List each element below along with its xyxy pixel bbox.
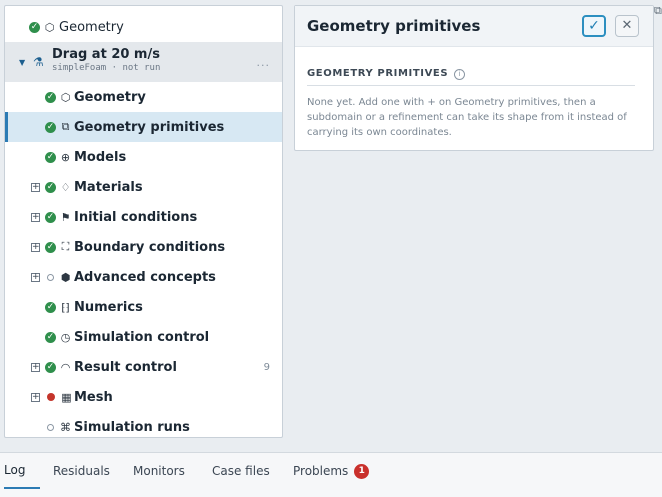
tree-item-label: Numerics <box>74 299 143 315</box>
tree-item-materials[interactable]: + ✓ ♢ Materials <box>5 172 282 202</box>
tab-residuals[interactable]: Residuals <box>53 453 110 489</box>
tree-item-label: Initial conditions <box>74 209 198 225</box>
tree-item-simulation-runs[interactable]: ⌘ Simulation runs <box>5 412 282 437</box>
bottom-tab-bar: Log Residuals Monitors Case files Proble… <box>0 452 662 497</box>
empty-status-icon <box>47 423 54 431</box>
case-row[interactable]: ▼ ⚗ Drag at 20 m/s simpleFoam · not run … <box>5 42 282 82</box>
tree-item-boundary-conditions[interactable]: + ✓ ⛶ Boundary conditions <box>5 232 282 262</box>
check-icon: ✓ <box>45 181 56 193</box>
expand-icon[interactable]: + <box>31 182 40 192</box>
drop-icon: ♢ <box>60 180 71 194</box>
tab-log[interactable]: Log <box>4 453 40 489</box>
expand-icon[interactable]: + <box>31 392 40 402</box>
confirm-button[interactable]: ✓ <box>582 15 606 37</box>
tree-item-label: Geometry <box>59 19 124 35</box>
tree-item-label: Models <box>74 149 127 165</box>
info-icon[interactable]: i <box>454 69 466 80</box>
item-count: 9 <box>263 361 270 373</box>
tree-item-result-control[interactable]: + ✓ ◠ Result control 9 <box>5 352 282 382</box>
grid-icon: ▦ <box>61 390 72 404</box>
tree-item-label: Materials <box>74 179 143 195</box>
empty-status-icon <box>47 273 54 281</box>
tree-item-mesh[interactable]: + ▦ Mesh <box>5 382 282 412</box>
cube-icon: ⬡ <box>60 90 71 104</box>
globe-icon: ⊕ <box>60 150 71 164</box>
tree-item-geometry-root[interactable]: ✓ ⬡ Geometry <box>5 12 282 42</box>
runs-icon: ⌘ <box>60 420 71 434</box>
cube-icon: ⬡ <box>44 20 55 34</box>
clock-icon: ◷ <box>60 330 71 344</box>
tree-item-models[interactable]: ✓ ⊕ Models <box>5 142 282 172</box>
tree-item-simulation-control[interactable]: ✓ ◷ Simulation control <box>5 322 282 352</box>
check-icon: ✓ <box>45 91 56 103</box>
case-title: Drag at 20 m/s <box>52 47 160 62</box>
section-body: None yet. Add one with + on Geometry pri… <box>307 97 627 138</box>
section-title: GEOMETRY PRIMITIVES i <box>307 68 466 80</box>
bracket-box-icon: ⛶ <box>61 240 70 253</box>
close-button[interactable]: ✕ <box>615 15 639 37</box>
tree-item-label: Boundary conditions <box>74 239 226 255</box>
expand-icon[interactable]: + <box>31 362 40 372</box>
check-icon: ✓ <box>45 331 56 343</box>
tab-problems[interactable]: Problems 1 <box>293 453 370 489</box>
tree-item-label: Geometry primitives <box>74 119 225 135</box>
collapse-triangle-icon[interactable]: ▼ <box>19 58 25 67</box>
more-icon[interactable]: ... <box>257 56 271 69</box>
check-icon: ✓ <box>29 21 40 33</box>
detail-header: Geometry primitives ✓ ✕ <box>295 6 653 47</box>
check-icon: ✓ <box>45 121 56 133</box>
check-icon: ✓ <box>45 151 56 163</box>
tree-item-label: Advanced concepts <box>74 269 216 285</box>
case-tree-panel: ✓ ⬡ Geometry ▼ ⚗ Drag at 20 m/s simpleFo… <box>4 5 283 438</box>
tree-item-numerics[interactable]: ✓ ⁅⁆ Numerics <box>5 292 282 322</box>
detail-title: Geometry primitives <box>307 17 481 35</box>
expand-icon[interactable]: + <box>31 212 40 222</box>
tree-item-initial-conditions[interactable]: + ✓ ⚑ Initial conditions <box>5 202 282 232</box>
expand-icon[interactable]: + <box>31 272 40 282</box>
detail-panel: Geometry primitives ✓ ✕ GEOMETRY PRIMITI… <box>294 5 654 151</box>
tree-item-label: Simulation runs <box>74 419 190 435</box>
check-icon: ✓ <box>45 211 56 223</box>
shapes-icon: ⧉ <box>61 120 70 133</box>
matrix-icon: ⁅⁆ <box>61 300 70 314</box>
tree-item-geometry[interactable]: ✓ ⬡ Geometry <box>5 82 282 112</box>
tree-item-geometry-primitives[interactable]: ✓ ⧉ Geometry primitives <box>5 112 282 142</box>
tree-item-label: Simulation control <box>74 329 210 345</box>
tree-item-label: Geometry <box>74 89 146 105</box>
section-divider <box>307 85 635 86</box>
expand-icon[interactable]: + <box>31 242 40 252</box>
flag-icon: ⚑ <box>60 210 71 224</box>
check-icon: ✓ <box>45 301 56 313</box>
gauge-icon: ◠ <box>60 360 71 374</box>
flask-icon: ⚗ <box>33 55 44 69</box>
problems-count-badge: 1 <box>354 463 370 479</box>
tab-monitors[interactable]: Monitors <box>133 453 185 489</box>
tree-item-label: Mesh <box>74 389 113 405</box>
tree-item-label: Result control <box>74 359 177 375</box>
tab-case-files[interactable]: Case files <box>212 453 270 489</box>
check-icon: ✓ <box>45 361 56 373</box>
case-subtitle: simpleFoam · not run <box>52 63 161 73</box>
check-icon: ✓ <box>45 241 56 253</box>
error-dot-icon <box>47 393 55 401</box>
tree-item-advanced-concepts[interactable]: + ⬢ Advanced concepts <box>5 262 282 292</box>
external-link-icon[interactable]: ⧉ <box>654 4 662 18</box>
hexagon-icon: ⬢ <box>60 270 71 284</box>
